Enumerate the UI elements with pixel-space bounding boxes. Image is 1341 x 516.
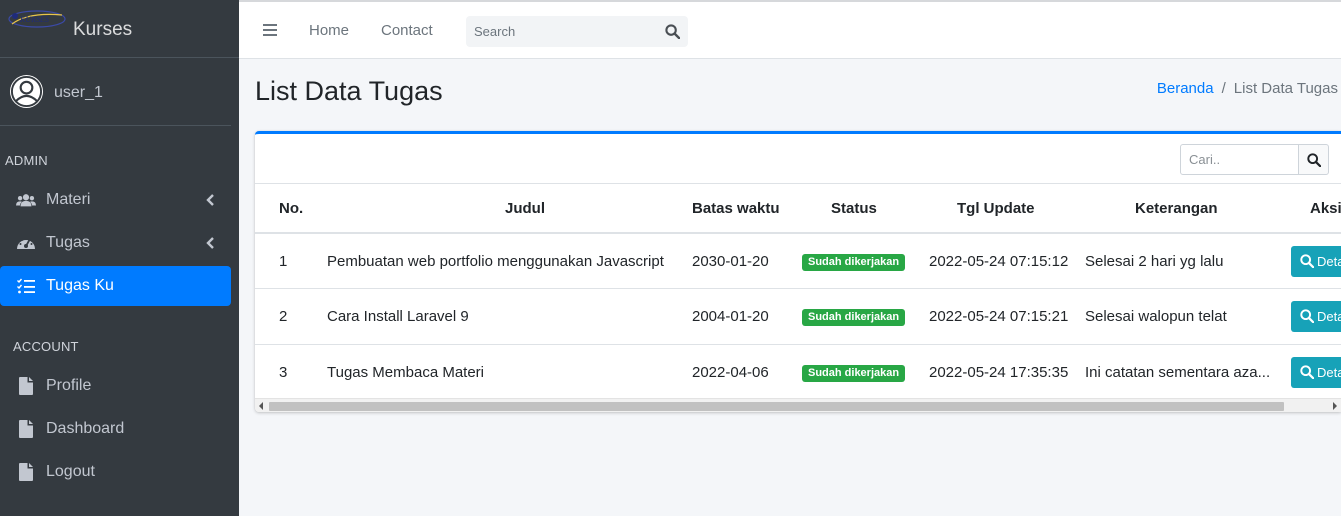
user-avatar-icon [9,74,44,109]
sidebar-item-label: Materi [46,191,91,208]
cell-tgl-update: 2022-05-24 07:15:12 [929,253,1069,270]
file-icon [16,463,36,481]
cell-keterangan: Selesai 2 hari yg lalu [1085,253,1224,270]
table-search [1180,144,1330,175]
brand-link[interactable]: KURSES Kurses [0,0,239,58]
detail-button[interactable]: Detail [1291,357,1341,388]
sidebar-item-label: Profile [46,377,92,394]
sidebar-item-label: Dashboard [46,420,125,437]
brand-name: Kurses [73,19,133,40]
users-icon [16,191,36,209]
scroll-left-arrow-icon[interactable] [259,402,263,410]
col-header-keterangan: Keterangan [1135,200,1218,217]
top-navbar: Home Contact [239,0,1341,59]
navbar-search [466,16,688,47]
cell-judul: Pembuatan web portfolio menggunakan Java… [327,253,664,270]
search-icon[interactable] [665,24,680,39]
file-icon [16,377,36,395]
cell-keterangan: Ini catatan sementara aza... [1085,364,1271,381]
sidebar-item-label: Tugas Ku [46,277,114,294]
search-icon [1306,152,1321,167]
table-row: 1 Pembuatan web portfolio menggunakan Ja… [255,232,1341,288]
table-header-row: No. Judul Batas waktu Status Tgl Update … [255,183,1341,233]
hamburger-menu-icon[interactable] [263,23,277,37]
col-header-status: Status [831,200,877,217]
table-search-input[interactable] [1180,144,1299,175]
horizontal-scrollbar[interactable] [255,398,1341,412]
sidebar-item-logout[interactable]: Logout [0,452,231,492]
sidebar-item-profile[interactable]: Profile [0,366,231,406]
sidebar-item-tugas-ku[interactable]: Tugas Ku [0,266,231,306]
breadcrumb-link-beranda[interactable]: Beranda [1157,80,1214,97]
search-icon [1300,254,1314,268]
dashboard-gauge-icon [16,234,36,252]
nav-header-admin: ADMIN [5,153,48,168]
table-search-button[interactable] [1298,144,1329,175]
cell-batas-waktu: 2004-01-20 [692,308,769,325]
table-row: 2 Cara Install Laravel 9 2004-01-20 Suda… [255,288,1341,344]
cell-batas-waktu: 2030-01-20 [692,253,769,270]
nav-header-account: ACCOUNT [13,339,79,354]
page-title: List Data Tugas [255,76,443,106]
cell-tgl-update: 2022-05-24 07:15:21 [929,308,1069,325]
file-icon [16,420,36,438]
cell-no: 2 [279,308,288,325]
sidebar-item-label: Logout [46,463,95,480]
detail-button[interactable]: Detail [1291,301,1341,332]
chevron-left-icon [206,237,214,249]
user-name[interactable]: user_1 [54,84,103,102]
col-header-judul: Judul [505,200,545,217]
task-list-icon [16,277,36,295]
table-row: 3 Tugas Membaca Materi 2022-04-06 Sudah … [255,344,1341,400]
status-badge: Sudah dikerjakan [802,308,906,326]
breadcrumb-separator: / [1221,80,1226,97]
task-list-card: No. Judul Batas waktu Status Tgl Update … [255,131,1341,412]
sidebar-item-label: Tugas [46,234,90,251]
cell-batas-waktu: 2022-04-06 [692,364,769,381]
user-panel[interactable]: user_1 [0,59,231,126]
brand-logo: KURSES [8,10,66,28]
detail-button-label: Detail [1317,254,1341,269]
sidebar-item-dashboard[interactable]: Dashboard [0,409,231,449]
col-header-no: No. [279,200,304,217]
cell-judul: Cara Install Laravel 9 [327,308,469,325]
sidebar-item-materi[interactable]: Materi [0,180,231,220]
chevron-left-icon [206,194,214,206]
svg-text:KURSES: KURSES [19,15,49,24]
status-badge: Sudah dikerjakan [802,364,906,382]
nav-link-home[interactable]: Home [309,22,349,39]
cell-keterangan: Selesai walopun telat [1085,308,1227,325]
sidebar-item-tugas[interactable]: Tugas [0,223,231,263]
col-header-tgl-update: Tgl Update [957,200,1035,217]
detail-button[interactable]: Detail [1291,246,1341,277]
nav-link-contact[interactable]: Contact [381,22,433,39]
detail-button-label: Detail [1317,365,1341,380]
breadcrumb-current: List Data Tugas [1233,80,1338,97]
cell-tgl-update: 2022-05-24 17:35:35 [929,364,1069,381]
cell-no: 3 [279,364,288,381]
status-badge: Sudah dikerjakan [802,253,906,271]
cell-no: 1 [279,253,288,270]
scrollbar-thumb[interactable] [269,402,1284,411]
search-icon [1300,309,1314,323]
scroll-right-arrow-icon[interactable] [1333,402,1337,410]
col-header-aksi: Aksi [1310,200,1341,217]
breadcrumb: Beranda / List Data Tugas [1157,80,1338,97]
navbar-search-input[interactable] [466,16,656,47]
detail-button-label: Detail [1317,309,1341,324]
main-sidebar: KURSES Kurses user_1 ADMIN Materi Tugas … [0,0,239,516]
search-icon [1300,365,1314,379]
cell-judul: Tugas Membaca Materi [327,364,485,381]
col-header-batas-waktu: Batas waktu [692,200,780,217]
